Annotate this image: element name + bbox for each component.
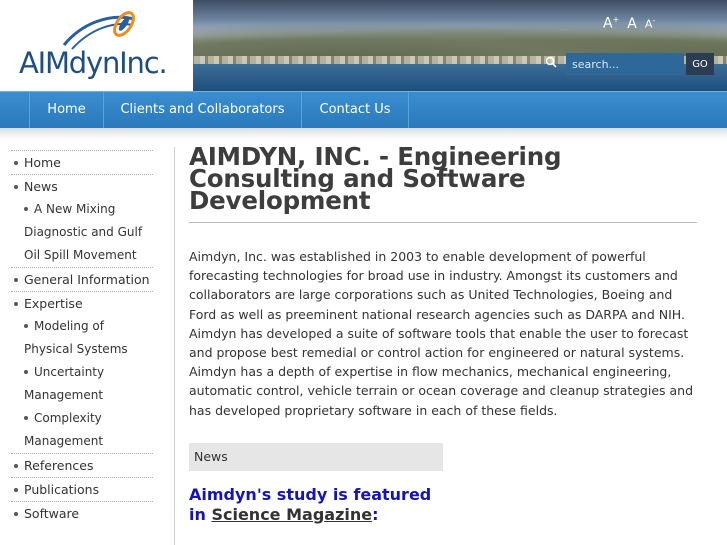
font-size-controls: A+ A A-	[603, 15, 655, 32]
search-icon	[545, 56, 557, 68]
sidebar-item-general-information[interactable]: General Information	[11, 267, 153, 291]
bullet-icon	[14, 184, 18, 189]
bullet-icon	[24, 206, 28, 211]
font-decrease-button[interactable]: A-	[645, 16, 655, 31]
nav-divider	[408, 92, 409, 128]
page-title: AIMDYN, INC. - Engineering Consulting an…	[189, 142, 562, 215]
sidebar-item-label: References	[24, 458, 94, 473]
font-increase-button[interactable]: A+	[603, 15, 619, 32]
feature-line-1: Aimdyn's study is featured	[189, 485, 432, 504]
main-nav: Home Clients and Collaborators Contact U…	[0, 91, 727, 128]
sidebar-item-label: Publications	[24, 482, 100, 497]
nav-item-home[interactable]: Home	[29, 92, 103, 128]
nav-shadow	[0, 128, 727, 140]
bullet-icon	[24, 415, 28, 420]
sidebar-item-uncertainty[interactable]: Uncertainty Management	[11, 361, 153, 407]
header-banner: AIMdynInc. A+ A A- GO	[0, 0, 727, 91]
search-input[interactable]	[566, 53, 684, 75]
sidebar-item-home[interactable]: Home	[11, 150, 153, 174]
feature-prefix: in	[189, 505, 212, 524]
news-heading: News	[189, 443, 443, 471]
feature-line-2: in Science Magazine:	[189, 505, 431, 525]
bullet-icon	[14, 463, 18, 468]
sidebar-item-label: General Information	[24, 272, 150, 287]
sidebar-item-news[interactable]: News	[11, 174, 153, 198]
sidebar-item-label: Expertise	[24, 296, 83, 311]
feature-suffix: :	[372, 505, 379, 524]
sidebar-item-label: Home	[24, 155, 61, 170]
sidebar-item-references[interactable]: References	[11, 453, 153, 477]
bullet-icon	[24, 369, 28, 374]
sidebar-item-label: News	[24, 179, 58, 194]
search-go-button[interactable]: GO	[686, 53, 714, 75]
logo[interactable]: AIMdynInc.	[0, 0, 193, 91]
sidebar-item-label: Uncertainty Management	[24, 365, 105, 402]
bullet-icon	[14, 277, 18, 282]
sidebar-item-label: Software	[24, 506, 80, 521]
nav-item-clients[interactable]: Clients and Collaborators	[103, 92, 301, 128]
title-divider	[189, 222, 697, 223]
sidebar-item-modeling[interactable]: Modeling of Physical Systems	[11, 315, 153, 361]
bullet-icon	[24, 323, 28, 328]
sidebar-item-software[interactable]: Software	[11, 501, 153, 525]
sidebar-item-publications[interactable]: Publications	[11, 477, 153, 501]
bullet-icon	[14, 160, 18, 165]
sidebar-item-mixing-diagnostic[interactable]: A New Mixing Diagnostic and Gulf Oil Spi…	[11, 198, 153, 267]
main-content: AIMDYN, INC. - Engineering Consulting an…	[189, 142, 699, 420]
bullet-icon	[14, 511, 18, 516]
intro-paragraph: Aimdyn, Inc. was established in 2003 to …	[189, 249, 694, 418]
sidebar-item-complexity[interactable]: Complexity Management	[11, 407, 153, 453]
nav-item-contact[interactable]: Contact Us	[301, 92, 408, 128]
logo-text: AIMdynInc.	[19, 46, 168, 80]
science-magazine-link[interactable]: Science Magazine	[211, 505, 372, 524]
news-feature-headline: Aimdyn's study is featured in Science Ma…	[189, 485, 431, 525]
column-divider	[174, 147, 175, 545]
bullet-icon	[14, 301, 18, 306]
sidebar-menu: Home News A New Mixing Diagnostic and Gu…	[11, 150, 153, 525]
logo-swoosh-icon	[62, 11, 135, 50]
sidebar-item-label: Modeling of Physical Systems	[24, 319, 128, 356]
bullet-icon	[14, 487, 18, 492]
font-reset-button[interactable]: A	[627, 16, 637, 32]
sidebar-item-label: A New Mixing Diagnostic and Gulf Oil Spi…	[24, 202, 143, 262]
sidebar-item-label: Complexity Management	[24, 411, 104, 448]
sidebar-item-expertise[interactable]: Expertise	[11, 291, 153, 315]
